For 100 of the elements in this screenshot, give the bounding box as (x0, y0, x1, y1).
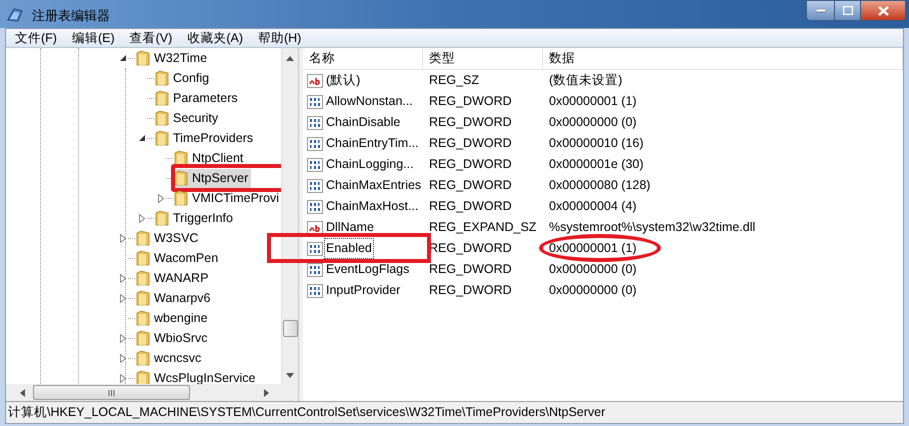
tree-item[interactable]: WacomPen (136, 248, 222, 268)
collapsed-arrow-icon[interactable] (119, 294, 127, 302)
value-name[interactable]: InputProvider (325, 281, 402, 300)
value-name[interactable]: ChainMaxHost... (325, 197, 420, 216)
binary-value-icon (307, 262, 323, 278)
folder-icon (136, 250, 150, 266)
value-data: 0x00000000 (0) (548, 114, 637, 132)
column-header[interactable]: 数据 (543, 48, 903, 69)
scrollbar-thumb[interactable] (282, 320, 298, 337)
menu-item[interactable]: 帮助(H) (250, 29, 308, 47)
tree-item[interactable]: wcncsvc (136, 348, 204, 368)
tree-item[interactable]: NtpClient (174, 148, 246, 168)
tree-item[interactable]: NtpServer (174, 168, 252, 188)
tree-item-label: NtpServer (192, 170, 248, 187)
string-value-icon (307, 220, 323, 236)
value-type: REG_SZ (428, 72, 480, 90)
tree-item[interactable]: Parameters (155, 88, 241, 108)
folder-icon (136, 310, 150, 326)
scroll-right-icon[interactable] (264, 388, 269, 396)
value-data: 0x00000001 (1) (548, 240, 637, 258)
collapsed-arrow-icon[interactable] (119, 334, 127, 342)
tree-item[interactable]: W32Time (136, 48, 210, 68)
tree-item[interactable]: wbengine (136, 308, 211, 328)
value-data: 0x00000001 (1) (548, 93, 637, 110)
scroll-down-icon[interactable] (286, 373, 294, 378)
value-type: REG_DWORD (428, 177, 513, 194)
tree-item[interactable]: TriggerInfo (155, 208, 236, 228)
tree-item-label: wcncsvc (154, 350, 202, 367)
scroll-left-icon[interactable] (20, 388, 25, 396)
collapsed-arrow-icon[interactable] (119, 374, 127, 382)
tree-item[interactable]: TimeProviders (155, 128, 256, 148)
tree-item-label: NtpClient (192, 150, 244, 167)
collapsed-arrow-icon[interactable] (119, 234, 127, 242)
tree-item[interactable]: Wanarpv6 (136, 288, 214, 308)
tree-item-label: Config (173, 70, 210, 87)
close-button[interactable] (860, 1, 905, 20)
menu-item[interactable]: 编辑(E) (64, 29, 122, 47)
value-data: (数值未设置) (548, 72, 622, 90)
minimize-button[interactable] (807, 1, 834, 20)
value-data: 0x00000080 (128) (548, 177, 650, 194)
value-type: REG_DWORD (428, 114, 513, 132)
horizontal-scrollbar[interactable] (6, 384, 298, 401)
maximize-button[interactable] (834, 1, 860, 20)
binary-value-icon (307, 156, 323, 172)
tree-item[interactable]: Security (155, 108, 222, 128)
tree-item-label: W32Time (154, 50, 208, 67)
tree-item-label: WANARP (154, 270, 208, 287)
value-data: %systemroot%\system32\w32time.dll (548, 219, 756, 236)
value-name[interactable]: ChainMaxEntries (325, 176, 422, 195)
value-name[interactable]: (默认) (325, 71, 362, 90)
value-data: 0x0000001e (30) (548, 156, 644, 174)
menu-item[interactable]: 收藏夹(A) (180, 29, 250, 47)
menu-item[interactable]: 文件(F) (8, 29, 64, 47)
scrollbar-thumb[interactable] (33, 385, 190, 400)
scroll-up-icon[interactable] (286, 56, 294, 61)
tree-item[interactable]: Config (155, 68, 212, 88)
value-name[interactable]: Enabled (325, 239, 373, 258)
tree-item-label: Parameters (173, 90, 238, 107)
value-type: REG_EXPAND_SZ (428, 219, 538, 236)
value-name[interactable]: DllName (325, 218, 375, 237)
vertical-scrollbar[interactable] (281, 48, 298, 384)
tree-item[interactable]: WbioSrvc (136, 328, 210, 348)
folder-icon (136, 230, 150, 246)
binary-value-icon (307, 94, 323, 110)
value-name[interactable]: ChainEntryTim... (325, 134, 420, 153)
value-type: REG_DWORD (428, 261, 513, 278)
tree-item-label: WbioSrvc (154, 330, 208, 347)
tree-item[interactable]: WANARP (136, 268, 212, 288)
collapsed-arrow-icon[interactable] (157, 194, 165, 202)
collapsed-arrow-icon[interactable] (119, 354, 127, 362)
window-title: 注册表编辑器 (32, 7, 110, 25)
folder-icon (155, 130, 169, 146)
binary-value-icon (307, 136, 323, 152)
value-type: REG_DWORD (428, 93, 513, 110)
string-value-icon (307, 72, 323, 88)
value-type: REG_DWORD (428, 282, 513, 300)
value-data: 0x00000010 (16) (548, 135, 644, 152)
tree-item-label: WacomPen (154, 250, 218, 267)
tree-item-label: Security (173, 110, 218, 127)
tree-item[interactable]: W3SVC (136, 228, 202, 248)
tree-item-label: TimeProviders (173, 130, 254, 147)
tree-item-label: VMICTimeProvi (192, 190, 280, 207)
tree-item-label: W3SVC (154, 230, 198, 247)
column-header[interactable]: 名称 (303, 48, 423, 69)
column-header[interactable]: 类型 (423, 48, 543, 69)
value-name[interactable]: AllowNonstan... (325, 92, 414, 111)
value-name[interactable]: ChainDisable (325, 113, 402, 132)
folder-icon (174, 190, 188, 206)
collapsed-arrow-icon[interactable] (138, 214, 146, 222)
menu-item[interactable]: 查看(V) (122, 29, 180, 47)
expanded-arrow-icon[interactable] (119, 54, 127, 62)
folder-icon (136, 330, 150, 346)
expanded-arrow-icon[interactable] (138, 134, 146, 142)
close-icon (878, 6, 888, 16)
value-type: REG_DWORD (428, 135, 513, 152)
value-name[interactable]: EventLogFlags (325, 260, 410, 279)
tree-item[interactable]: VMICTimeProvi (174, 188, 281, 208)
collapsed-arrow-icon[interactable] (119, 274, 127, 282)
value-name[interactable]: ChainLogging... (325, 155, 415, 174)
value-data: 0x00000000 (0) (548, 261, 637, 278)
